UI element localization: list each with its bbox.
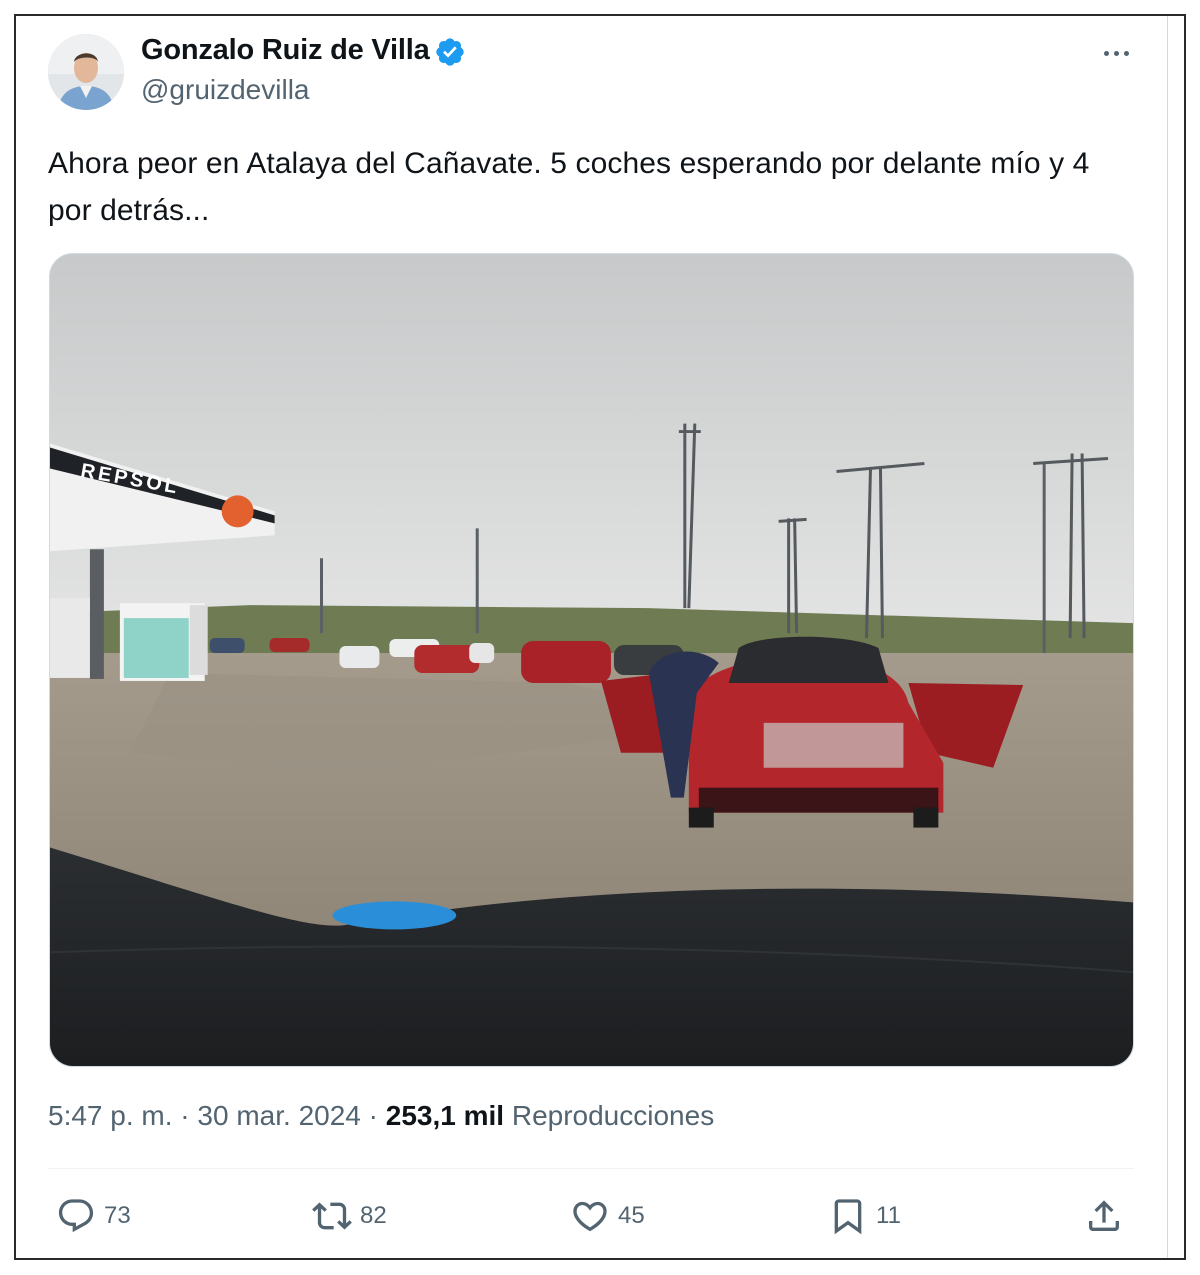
retweet-button[interactable]: 82 [312, 1196, 387, 1236]
divider [48, 1168, 1134, 1169]
reply-count: 73 [104, 1202, 131, 1229]
photo-scene: REPSOL [50, 254, 1133, 1066]
avatar[interactable] [48, 34, 124, 110]
views-label: Reproducciones [511, 1100, 715, 1131]
reply-button[interactable]: 73 [56, 1196, 131, 1236]
card-edge [1167, 16, 1168, 1258]
verified-badge-icon [436, 38, 464, 66]
more-dot-icon [1103, 50, 1109, 56]
bookmark-icon [834, 1199, 862, 1235]
meta-separator: · [368, 1100, 378, 1131]
views-count: 253,1 mil [385, 1100, 505, 1131]
avatar-photo [48, 34, 124, 110]
more-options-button[interactable] [1096, 40, 1136, 66]
bookmark-button[interactable]: 11 [828, 1196, 901, 1236]
windshield-sticker [332, 901, 457, 930]
retweet-icon [312, 1202, 352, 1230]
tweet-text: Ahora peor en Atalaya del Cañavate. 5 co… [48, 147, 1090, 227]
share-button[interactable] [1084, 1196, 1124, 1236]
bookmark-count: 11 [876, 1202, 901, 1229]
like-button[interactable]: 45 [570, 1196, 645, 1236]
heart-icon [573, 1201, 607, 1232]
author-handle[interactable]: @gruizdevilla [141, 74, 310, 106]
share-icon [1089, 1200, 1119, 1231]
more-dot-icon [1123, 50, 1129, 56]
like-count: 45 [618, 1202, 645, 1229]
reply-icon [58, 1199, 94, 1233]
more-dot-icon [1113, 50, 1119, 56]
retweet-count: 82 [360, 1202, 387, 1229]
tweet-time[interactable]: 5:47 p. m. [48, 1100, 173, 1131]
author-name[interactable]: Gonzalo Ruiz de Villa [141, 34, 430, 67]
tweet-meta: 5:47 p. m. · 30 mar. 2024 · 253,1 mil Re… [48, 1100, 714, 1132]
meta-separator: · [180, 1100, 190, 1131]
tweet-date[interactable]: 30 mar. 2024 [197, 1100, 360, 1131]
tweet-photo[interactable]: REPSOL [49, 253, 1134, 1067]
